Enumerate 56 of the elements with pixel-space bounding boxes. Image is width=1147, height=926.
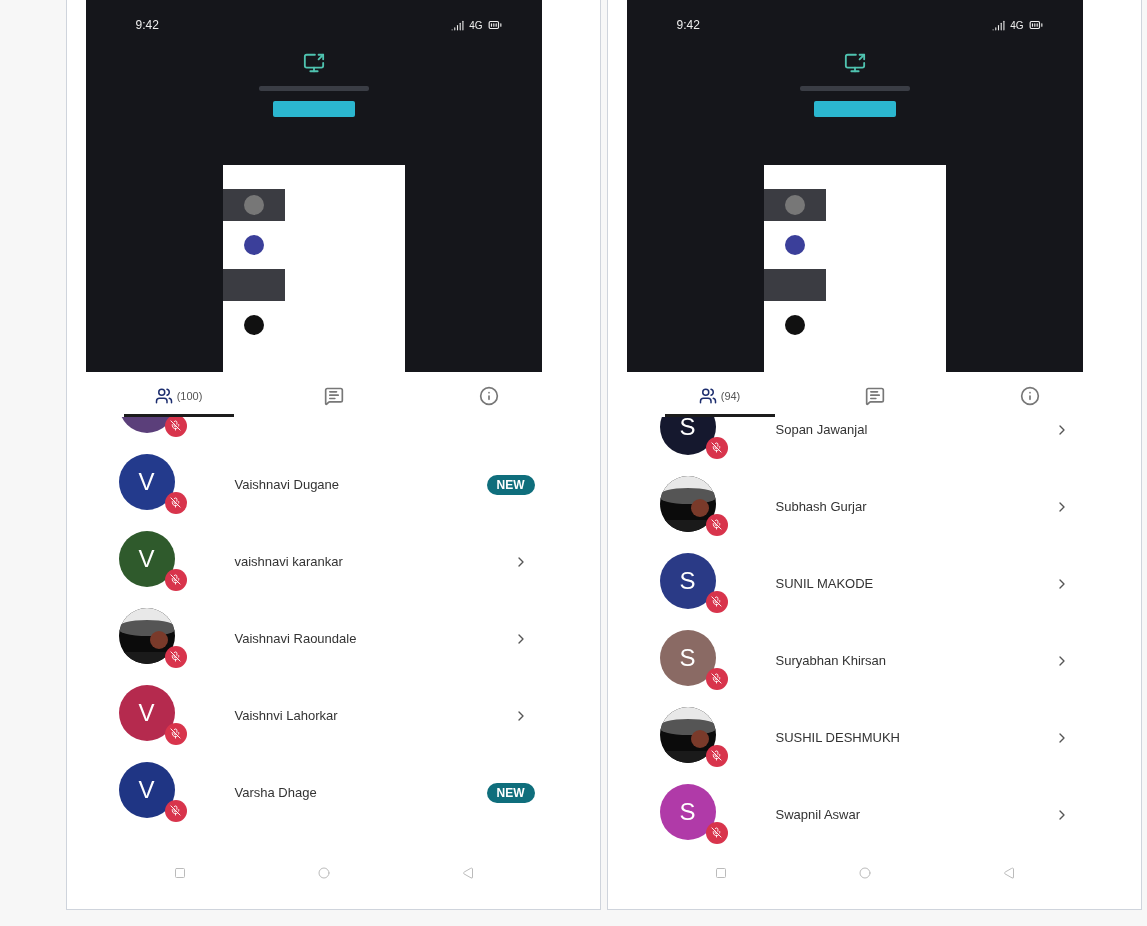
status-time: 9:42 [676,18,700,32]
screen-share-icon [843,52,866,74]
avatar: S [659,417,716,455]
battery-icon [1028,18,1043,32]
screen-share-icon [302,52,325,74]
chat-icon [864,386,885,406]
people-icon [154,387,173,405]
participant-name: Sopan Jawanjal [775,422,869,437]
participant-name: Vaishnvi Lahorkar [234,708,339,723]
avatar: V [118,453,175,510]
participant-name: Subhash Gurjar [775,499,868,514]
info-icon [478,386,499,406]
network-label: 4G [1010,19,1024,31]
participant-name: vaishnavi karankar [234,554,344,569]
participant-row[interactable]: V Varsha Dhage NEW [118,754,549,831]
home-icon [858,867,871,879]
participant-row[interactable]: V Vaishnavi Dugane NEW [118,446,549,523]
people-icon [698,387,717,405]
avatar: V [118,761,175,818]
participant-row[interactable]: SUSHIL DESHMUKH [659,699,1090,776]
back-icon [1002,867,1015,879]
participant-row[interactable]: Subhash Gurjar [659,468,1090,545]
participant-name: SUSHIL DESHMUKH [775,730,901,745]
network-label: 4G [469,19,483,31]
recents-icon [714,867,727,879]
battery-icon [487,18,502,32]
new-tag: NEW [486,474,535,495]
info-icon [1019,386,1040,406]
participant-name: Vaishnavi Raoundale [234,631,358,646]
participant-name: Swapnil Aswar [775,807,862,822]
back-icon [461,867,474,879]
participant-row[interactable]: V vaishnavi karankar [118,523,549,600]
participant-row[interactable]: S Suryabhan Khirsan [659,622,1090,699]
signal-icon [992,18,1006,32]
participant-row[interactable]: S SUNIL MAKODE [659,545,1090,622]
participant-name: Vaishnavi Dugane [234,477,341,492]
signal-icon [451,18,465,32]
avatar: S [659,629,716,686]
participant-name: SUNIL MAKODE [775,576,875,591]
participant-name: Suryabhan Khirsan [775,653,888,668]
recents-icon [173,867,186,879]
avatar: S [659,552,716,609]
avatar: S [659,783,716,840]
participant-name: Varsha Dhage [234,785,318,800]
participant-row[interactable]: S Swapnil Aswar [659,776,1090,853]
home-icon [317,867,330,879]
participant-row[interactable]: V Vaishnvi Lahorkar [118,677,549,754]
avatar: V [118,684,175,741]
new-tag: NEW [486,782,535,803]
status-time: 9:42 [135,18,159,32]
participant-row[interactable]: Vaishnavi Raoundale [118,600,549,677]
chat-icon [323,386,344,406]
participant-count: (100) [176,390,203,402]
participant-count: (94) [720,390,741,402]
participant-row[interactable]: S Sopan Jawanjal [659,417,1090,468]
avatar: V [118,530,175,587]
